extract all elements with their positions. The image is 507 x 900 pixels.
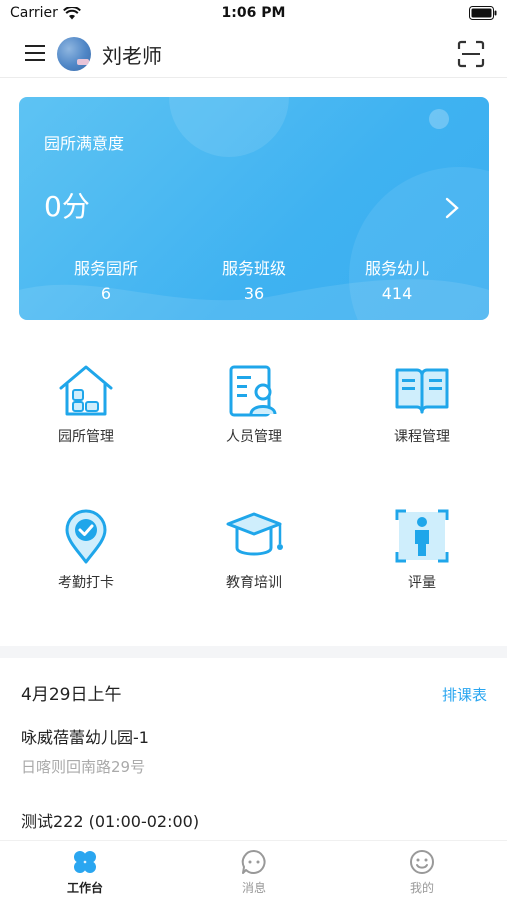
stat-value: 36	[243, 284, 265, 303]
chevron-right-icon[interactable]	[445, 197, 459, 219]
section-divider	[0, 646, 507, 658]
profile-icon	[410, 850, 434, 874]
status-bar: Carrier 1:06 PM	[0, 0, 507, 30]
grid-item-kindergarten[interactable]: 园所管理	[16, 364, 156, 446]
stat-service-children: 服务幼儿 414	[337, 255, 457, 303]
stat-label: 服务幼儿	[364, 259, 429, 278]
grid-item-course[interactable]: 课程管理	[352, 364, 492, 446]
grid-label: 教育培训	[226, 575, 282, 591]
schedule-address: 日喀则回南路29号	[21, 758, 146, 776]
tab-profile[interactable]: 我的	[372, 849, 472, 896]
card-decoration	[169, 97, 289, 157]
grid-label: 园所管理	[58, 429, 114, 445]
tab-label: 消息	[241, 881, 266, 895]
grid-item-attendance[interactable]: 考勤打卡	[16, 508, 156, 592]
avatar[interactable]	[57, 37, 91, 71]
schedule-link[interactable]: 排课表	[442, 684, 487, 705]
grid-label: 课程管理	[394, 429, 450, 445]
scan-icon[interactable]	[457, 40, 485, 68]
staff-icon	[229, 365, 277, 417]
schedule-date: 4月29日上午	[21, 685, 122, 705]
tab-bar: 工作台 消息 我的	[0, 840, 507, 900]
grid-label: 人员管理	[226, 429, 282, 445]
grid-label: 评量	[408, 575, 436, 591]
tab-workbench[interactable]: 工作台	[35, 849, 135, 896]
grid-item-staff[interactable]: 人员管理	[184, 364, 324, 446]
tab-label: 我的	[409, 881, 434, 895]
kindergarten-icon	[59, 365, 113, 416]
card-decoration	[429, 109, 449, 129]
attendance-pin-icon	[65, 509, 107, 564]
grid-item-training[interactable]: 教育培训	[184, 508, 324, 592]
tab-label: 工作台	[66, 881, 103, 895]
battery-icon	[469, 6, 497, 20]
stat-label: 服务班级	[221, 259, 286, 278]
schedule-class[interactable]: 测试222 (01:00-02:00)	[21, 808, 199, 832]
workbench-icon	[74, 851, 96, 873]
course-book-icon	[395, 368, 449, 414]
stat-value: 414	[381, 284, 413, 303]
graduation-cap-icon	[226, 512, 283, 556]
schedule-school[interactable]: 咏威蓓蕾幼儿园-1	[21, 724, 149, 748]
satisfaction-card[interactable]: 园所满意度 0分 服务园所 6 服务班级 36 服务幼儿 414	[19, 97, 489, 320]
stat-label: 服务园所	[73, 259, 138, 278]
page-title: 刘老师	[102, 44, 162, 68]
grid-label: 考勤打卡	[58, 575, 114, 591]
stat-value: 6	[100, 284, 112, 303]
menu-icon[interactable]	[24, 42, 46, 64]
status-time: 1:06 PM	[221, 5, 286, 21]
grid-item-assessment[interactable]: 评量	[352, 508, 492, 592]
stat-service-classes: 服务班级 36	[194, 255, 314, 303]
nav-bar: 刘老师	[0, 30, 507, 78]
tab-messages[interactable]: 消息	[204, 849, 304, 896]
assessment-person-icon	[395, 509, 449, 563]
satisfaction-label: 园所满意度	[44, 134, 125, 153]
satisfaction-score: 0分	[44, 190, 90, 223]
stat-service-kindergartens: 服务园所 6	[46, 255, 166, 303]
message-icon	[241, 849, 266, 874]
